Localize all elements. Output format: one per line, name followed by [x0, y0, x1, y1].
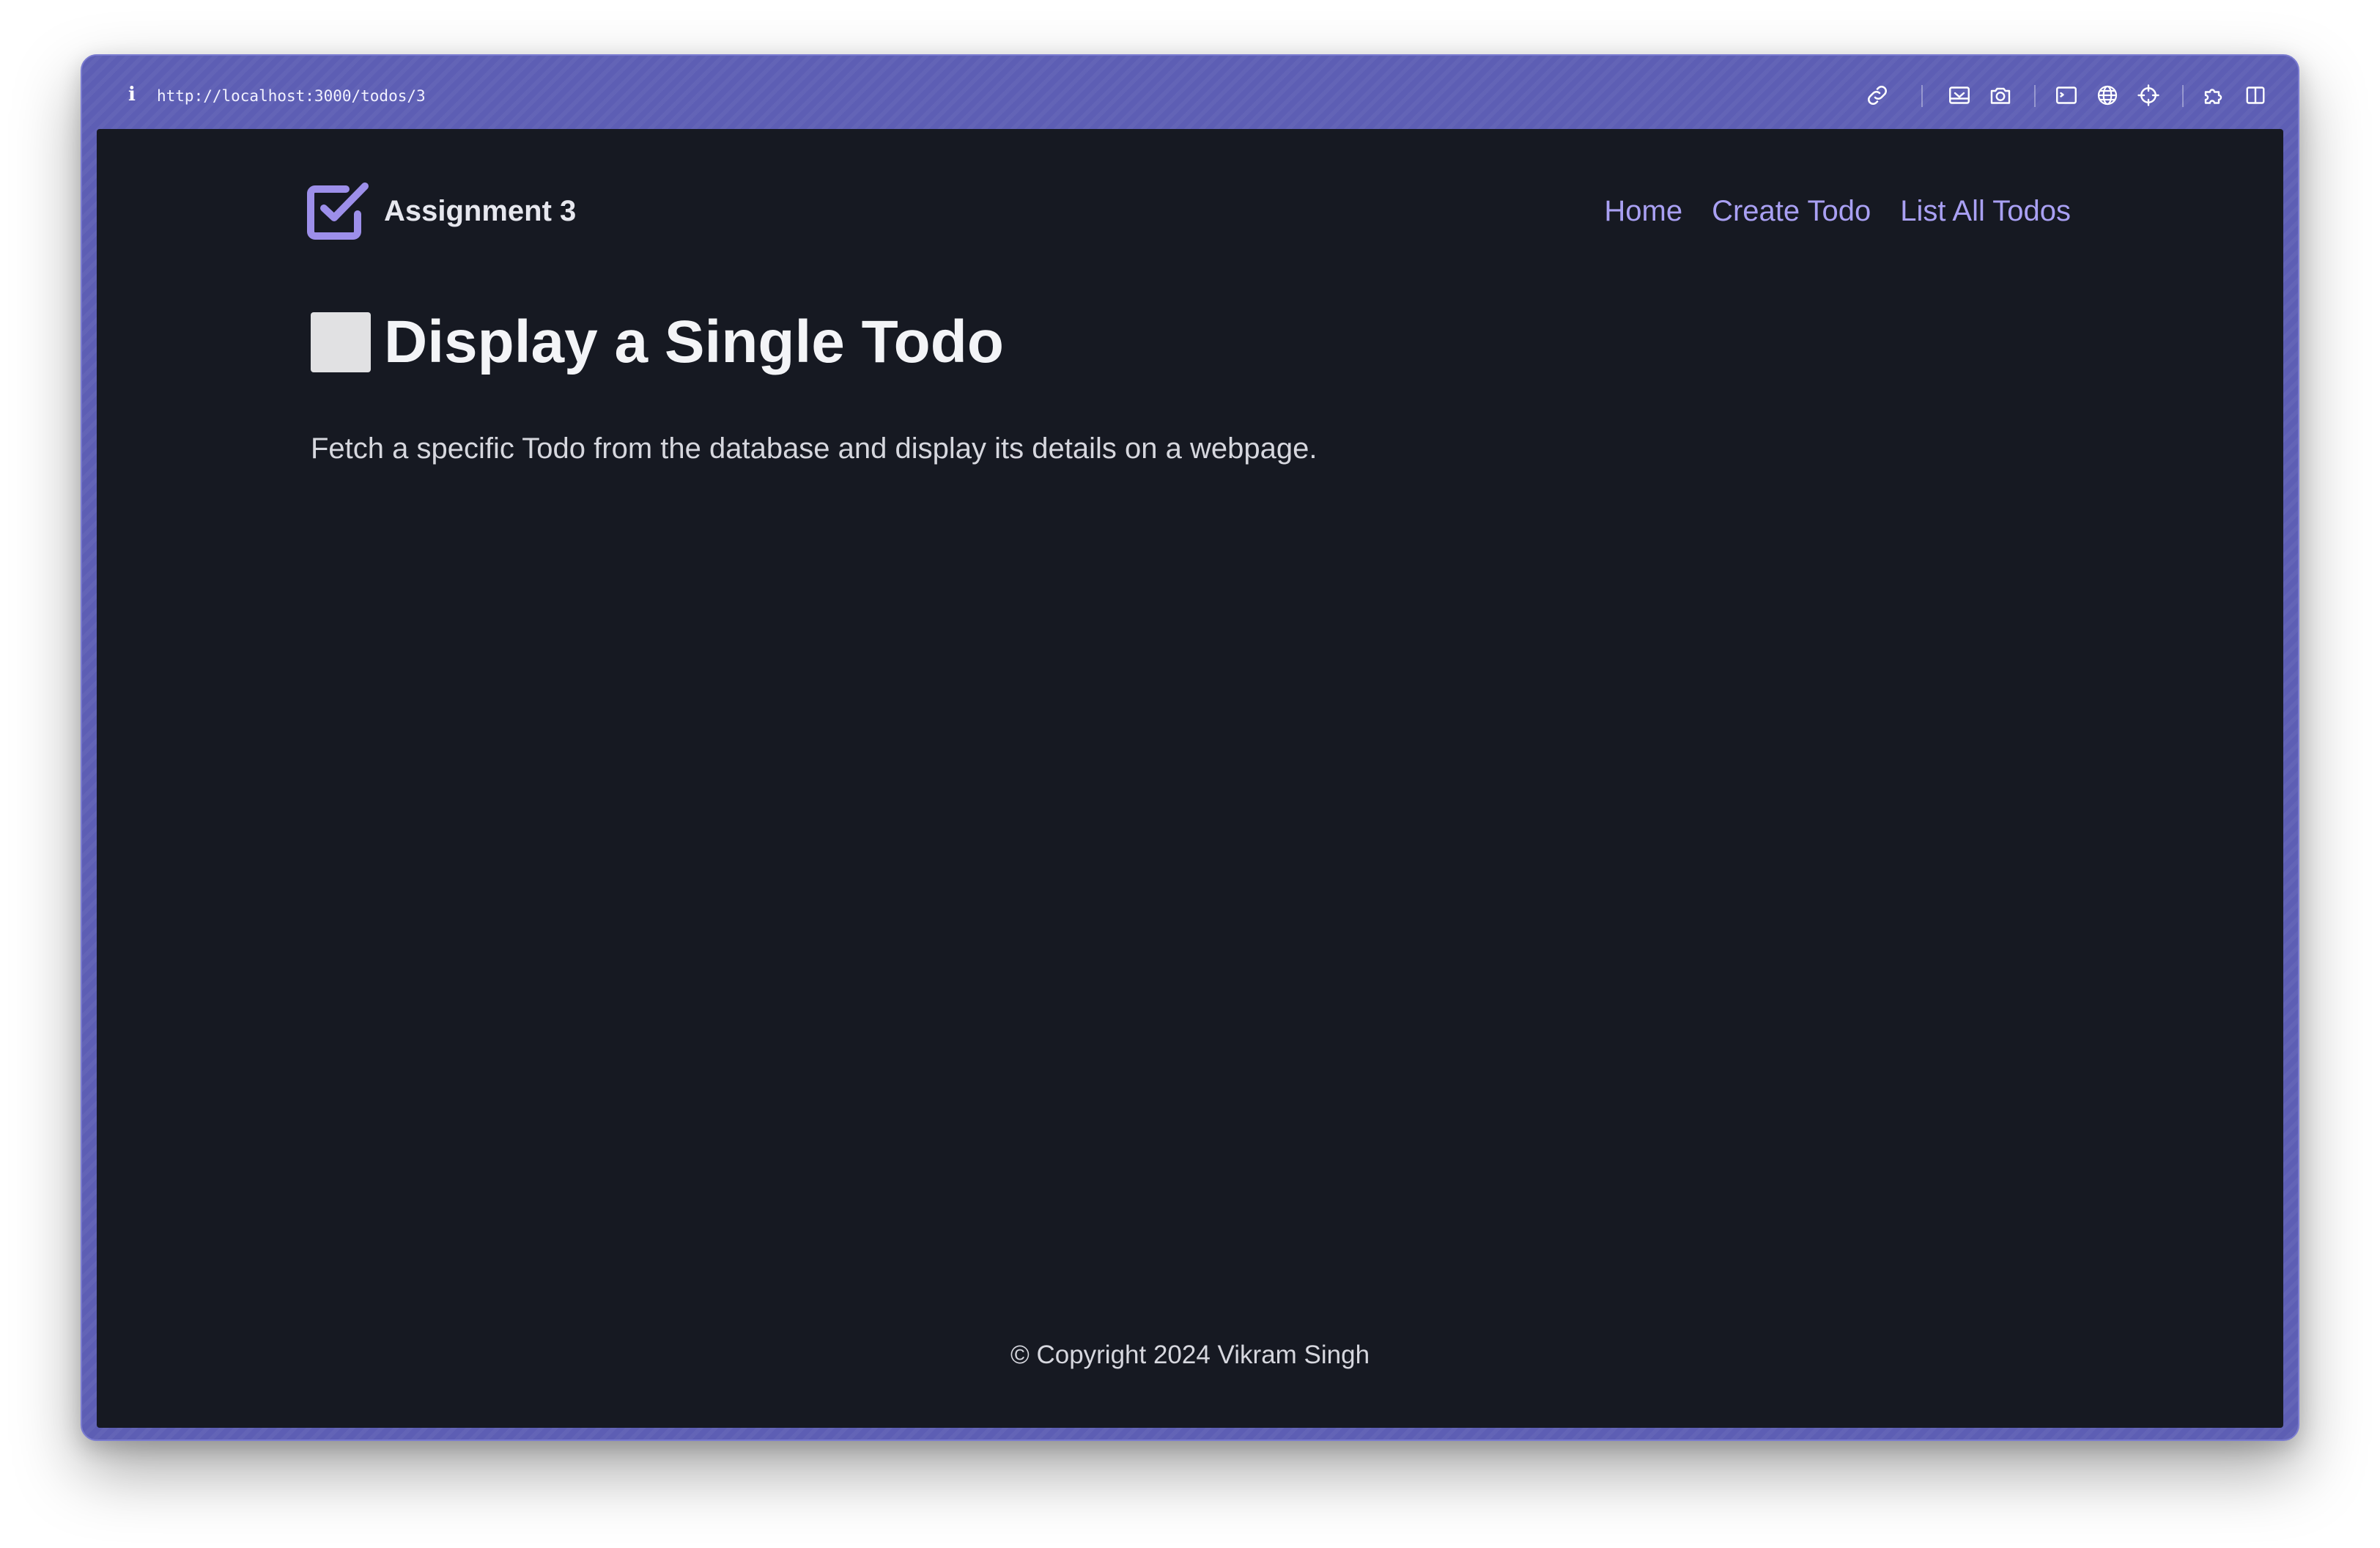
site-nav: Home Create Todo List All Todos [1604, 191, 2071, 232]
browser-window: i http://localhost:3000/todos/3 Assignme… [81, 54, 2299, 1441]
page-title: Display a Single Todo [384, 309, 1004, 375]
info-icon[interactable]: i [125, 84, 139, 106]
white-square-icon [311, 312, 371, 372]
site-brand[interactable]: Assignment 3 [384, 191, 576, 232]
globe-icon[interactable] [2094, 82, 2121, 108]
toolbar-separator [2034, 85, 2036, 107]
split-view-icon[interactable] [2242, 82, 2269, 108]
crosshair-icon[interactable] [2135, 82, 2162, 108]
extension-icon[interactable] [2201, 82, 2228, 108]
link-icon[interactable] [1864, 82, 1891, 108]
terminal-icon[interactable] [2053, 82, 2080, 108]
toolbar-separator [1921, 85, 1923, 107]
footer-copyright: © Copyright 2024 Vikram Singh [1010, 1341, 1370, 1369]
page-viewport: Assignment 3 Home Create Todo List All T… [97, 129, 2283, 1428]
address-bar-url[interactable]: http://localhost:3000/todos/3 [157, 85, 426, 107]
browser-toolbar: i http://localhost:3000/todos/3 [82, 56, 2298, 129]
checkbox-logo-icon[interactable] [305, 180, 371, 242]
nav-link-home[interactable]: Home [1604, 191, 1682, 232]
camera-icon[interactable] [1987, 82, 2014, 108]
nav-link-create-todo[interactable]: Create Todo [1712, 191, 1871, 232]
nav-link-list-all-todos[interactable]: List All Todos [1900, 191, 2071, 232]
save-page-icon[interactable] [1946, 82, 1973, 108]
page-heading-row: Display a Single Todo [311, 302, 1004, 383]
page-description: Fetch a specific Todo from the database … [311, 432, 1318, 465]
toolbar-separator [2182, 85, 2184, 107]
